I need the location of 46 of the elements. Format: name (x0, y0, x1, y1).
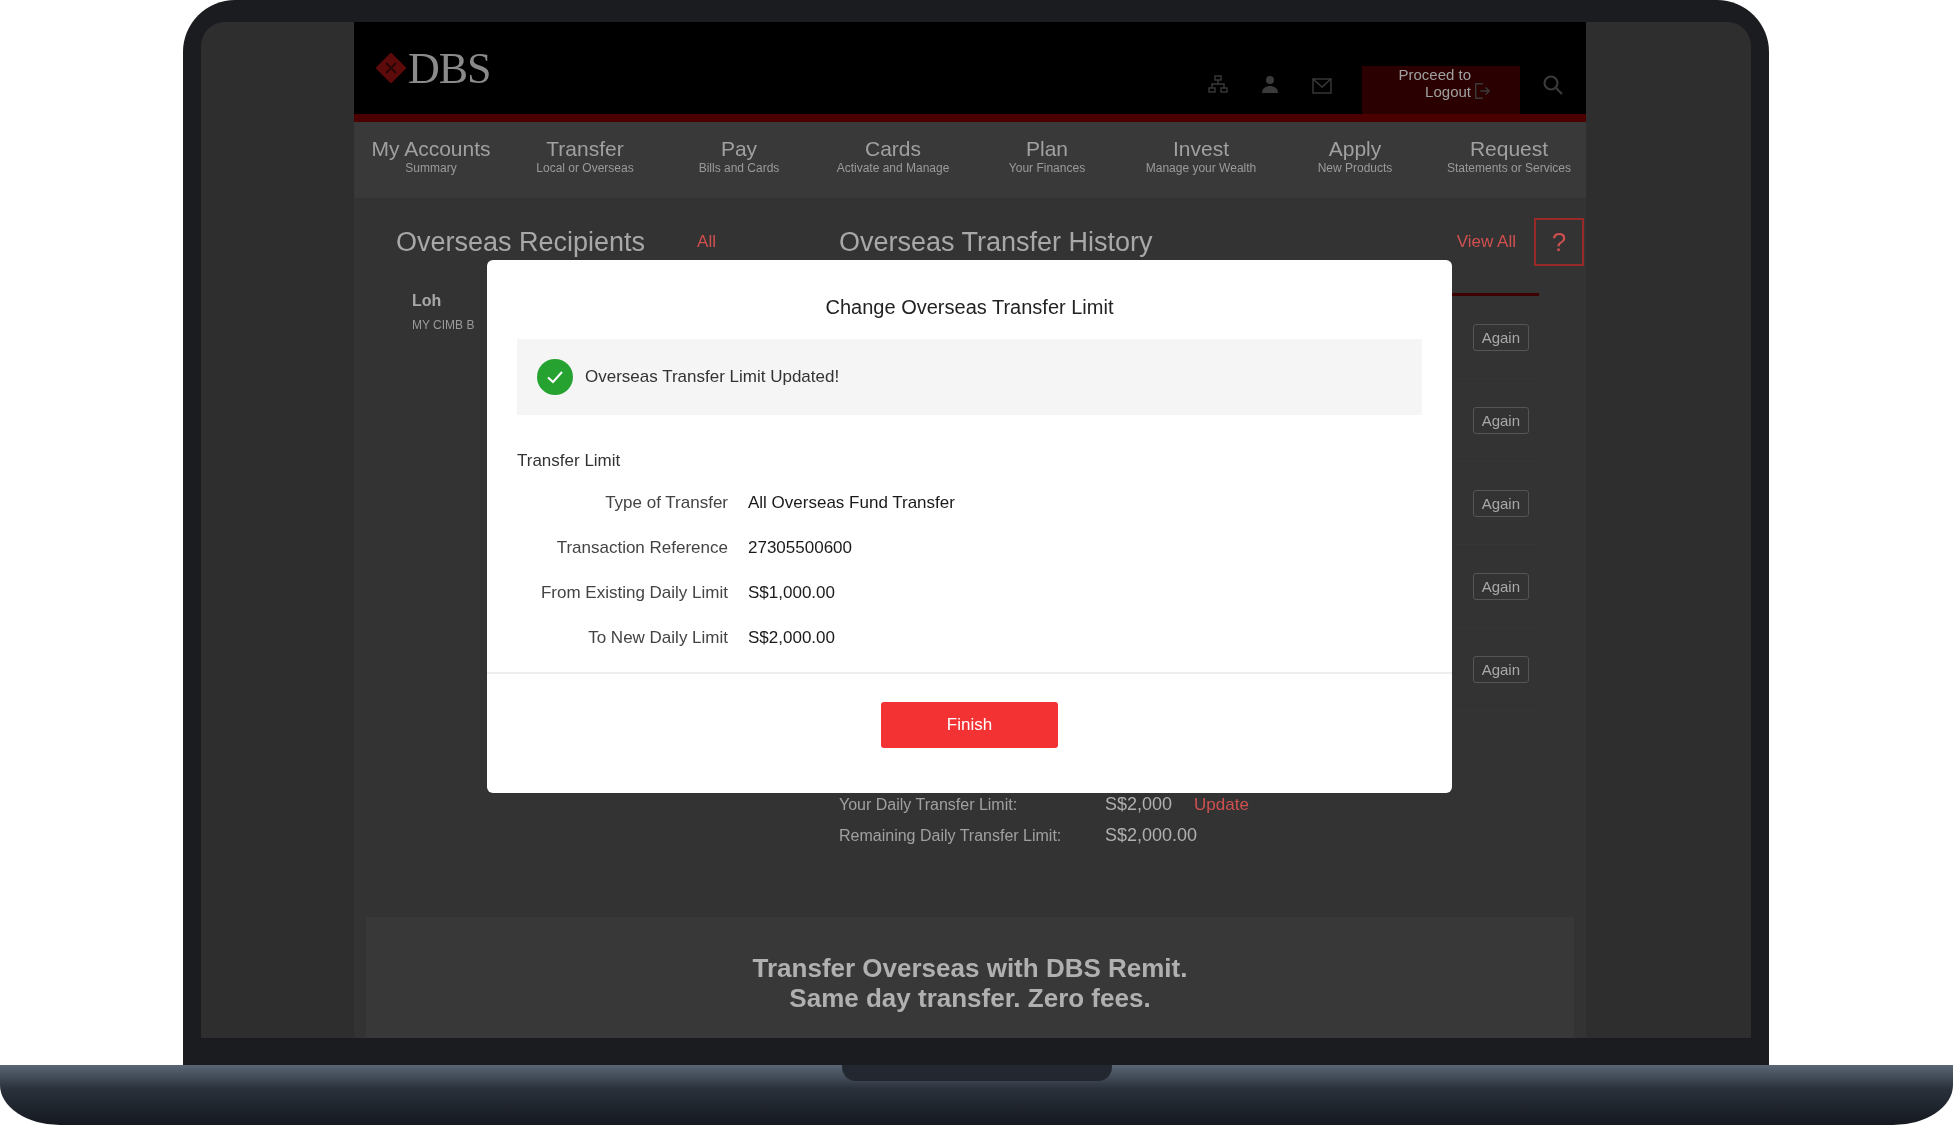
limit-label: Remaining Daily Transfer Limit: (839, 827, 1063, 845)
again-button[interactable]: Again (1472, 572, 1529, 600)
promo-text: Transfer Overseas with DBS Remit. (752, 953, 1188, 983)
mail-icon[interactable] (1312, 78, 1332, 94)
view-all-link[interactable]: View All (1456, 232, 1516, 252)
nav-item[interactable]: Invest Manage your Wealth (1124, 122, 1278, 198)
detail-value: S$2,000.00 (748, 628, 836, 648)
nav-item[interactable]: Apply New Products (1278, 122, 1432, 198)
success-message: Overseas Transfer Limit Updated! (585, 367, 840, 387)
logout-icon (1473, 82, 1491, 100)
person-icon[interactable] (1260, 74, 1280, 94)
logo-text: DBS (408, 42, 491, 94)
again-button[interactable]: Again (1472, 655, 1529, 683)
again-button[interactable]: Again (1472, 406, 1529, 434)
check-icon (537, 359, 573, 395)
search-icon[interactable] (1542, 74, 1564, 96)
finish-button[interactable]: Finish (881, 702, 1058, 748)
detail-label: To New Daily Limit (587, 628, 728, 648)
detail-label: Type of Transfer (604, 493, 728, 513)
detail-label: Transaction Reference (555, 538, 728, 558)
again-button[interactable]: Again (1472, 489, 1529, 517)
again-button[interactable]: Again (1472, 323, 1529, 351)
help-button[interactable]: ? (1534, 218, 1584, 266)
detail-value: S$1,000.00 (748, 583, 836, 603)
sitemap-icon[interactable] (1208, 74, 1228, 94)
detail-value: All Overseas Fund Transfer (748, 493, 956, 513)
detail-value: 27305500600 (748, 538, 853, 558)
nav-item[interactable]: Pay Bills and Cards (662, 122, 816, 198)
logout-button[interactable]: Proceed to Logout (1362, 66, 1520, 114)
nav-item[interactable]: Request Statements or Services (1432, 122, 1586, 198)
section-title: Overseas Transfer History (839, 226, 1153, 258)
section-label: Transfer Limit (517, 451, 622, 471)
recipient-bank: MY CIMB B (412, 318, 476, 332)
limit-label: Your Daily Transfer Limit: (839, 796, 1019, 814)
nav-item[interactable]: Plan Your Finances (970, 122, 1124, 198)
promo-text: Same day transfer. Zero fees. (789, 983, 1151, 1013)
limit-value: S$2,000.00 (1105, 825, 1198, 846)
update-link[interactable]: Update (1194, 795, 1249, 815)
dialog-title: Change Overseas Transfer Limit (824, 296, 1115, 319)
detail-label: From Existing Daily Limit (539, 583, 728, 603)
nav-item[interactable]: My Accounts Summary (354, 122, 508, 198)
nav-item[interactable]: Transfer Local or Overseas (508, 122, 662, 198)
limit-value: S$2,000 (1105, 794, 1173, 815)
section-title: Overseas Recipients (396, 226, 646, 258)
all-link[interactable]: All (697, 232, 716, 252)
nav-item[interactable]: Cards Activate and Manage (816, 122, 970, 198)
